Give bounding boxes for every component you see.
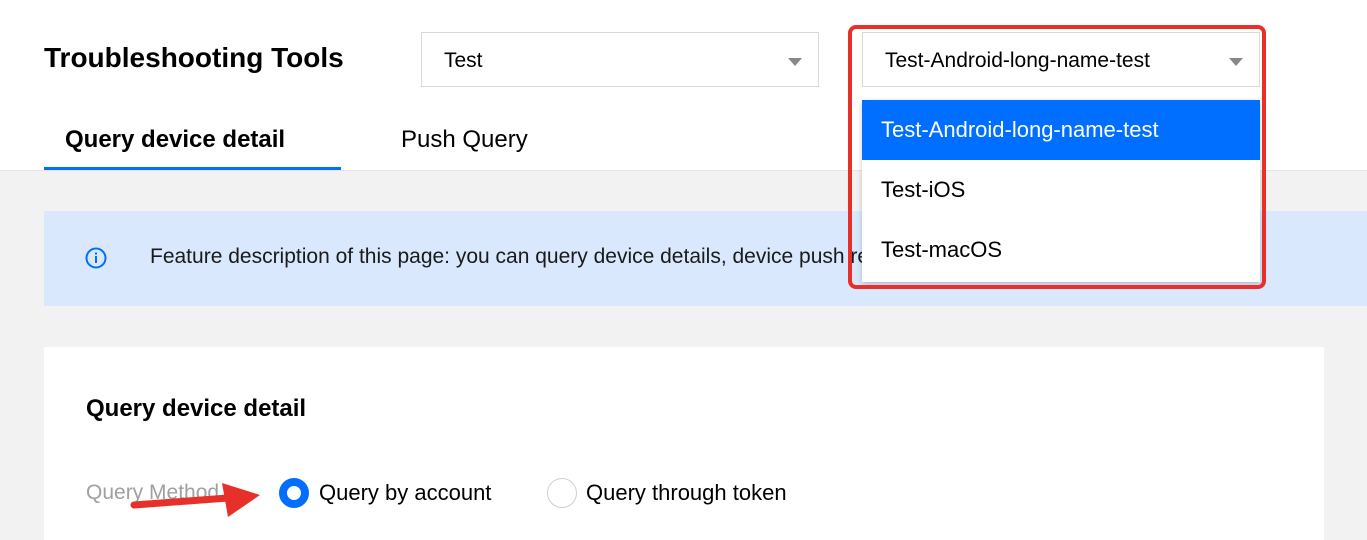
page-title: Troubleshooting Tools (44, 42, 344, 73)
tab-query-device-detail[interactable]: Query device detail (65, 126, 285, 154)
info-circle-icon (85, 247, 107, 269)
radio-label-query-by-account[interactable]: Query by account (319, 480, 491, 506)
card-title: Query device detail (86, 395, 307, 422)
active-tab-indicator (44, 167, 341, 170)
radio-query-through-token[interactable] (547, 478, 577, 508)
app-select[interactable]: Test (421, 32, 819, 87)
caret-down-icon (788, 58, 802, 66)
app-select-value: Test (444, 49, 483, 72)
annotation-highlight-box (848, 25, 1266, 289)
tab-push-query[interactable]: Push Query (401, 126, 528, 154)
radio-label-query-through-token[interactable]: Query through token (586, 480, 787, 506)
annotation-arrow-icon (130, 483, 260, 517)
radio-query-by-account[interactable] (279, 478, 309, 508)
